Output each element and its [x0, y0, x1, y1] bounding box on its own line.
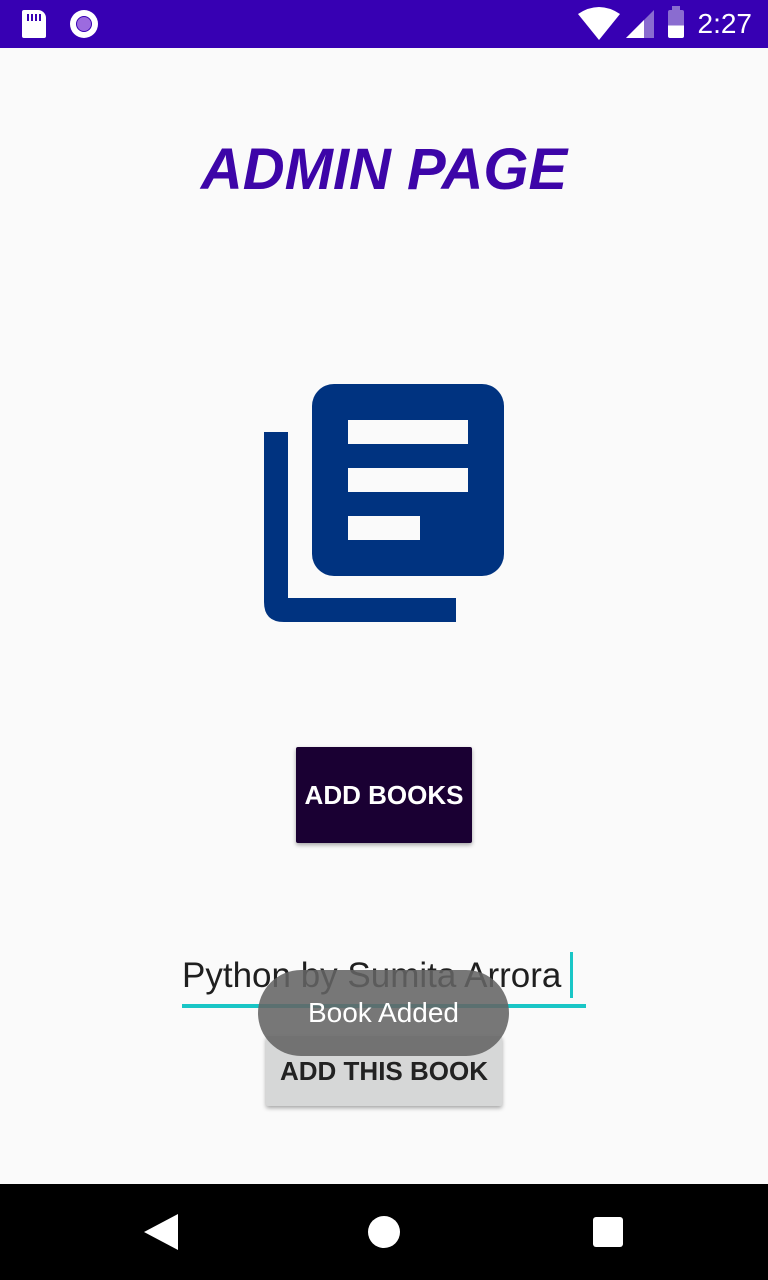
- recents-icon[interactable]: [593, 1217, 623, 1247]
- text-cursor: [570, 952, 573, 998]
- toast-message: Book Added: [258, 970, 509, 1056]
- page-title: ADMIN PAGE: [200, 137, 568, 202]
- status-time: 2:27: [697, 8, 753, 39]
- library-books-icon: [264, 384, 504, 622]
- home-icon[interactable]: [368, 1216, 400, 1248]
- sd-card-icon: [22, 10, 46, 38]
- status-left: [22, 10, 98, 38]
- back-icon[interactable]: [144, 1214, 178, 1250]
- add-books-button[interactable]: ADD BOOKS: [296, 747, 472, 843]
- status-right: 2:27: [576, 6, 753, 42]
- signal-icon: [625, 10, 654, 38]
- battery-icon: [667, 6, 684, 38]
- wifi-icon: [577, 7, 620, 40]
- admin-screen: 2:27 ADMIN PAGE ADD BOOKS ADD THIS BOOK …: [0, 0, 768, 1280]
- status-bar: 2:27: [0, 0, 768, 48]
- radio-icon: [70, 10, 98, 38]
